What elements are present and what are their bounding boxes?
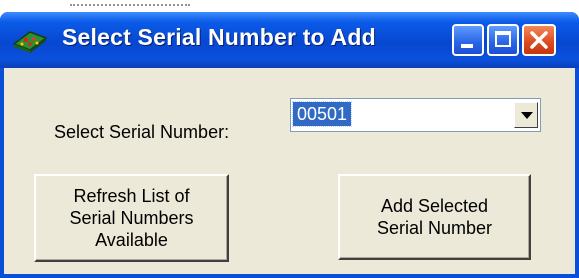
dropdown-button[interactable] [514, 102, 538, 128]
close-icon [530, 31, 548, 49]
app-icon [12, 31, 48, 53]
title-bar[interactable]: Select Serial Number to Add [0, 12, 579, 68]
window-title: Select Serial Number to Add [62, 24, 376, 50]
serial-number-label: Select Serial Number: [54, 122, 230, 142]
background-text-fragment [70, 0, 190, 6]
maximize-icon [495, 31, 511, 47]
minimize-icon [461, 44, 473, 48]
add-selected-button-label: Add Selected Serial Number [376, 196, 493, 238]
dropdown-arrow-icon [521, 112, 533, 119]
maximize-button[interactable] [487, 24, 519, 56]
dialog-window: Select Serial Number to Add Select Seria… [0, 12, 579, 278]
dialog-body: Select Serial Number: 00501 Refresh List… [4, 68, 575, 274]
refresh-list-button-label: Refresh List of Serial Numbers Available [69, 186, 194, 250]
close-button[interactable] [522, 24, 556, 56]
minimize-button[interactable] [452, 24, 484, 56]
serial-number-select[interactable]: 00501 [290, 98, 541, 132]
refresh-list-button[interactable]: Refresh List of Serial Numbers Available [34, 174, 229, 262]
add-selected-button[interactable]: Add Selected Serial Number [338, 174, 531, 260]
serial-number-selected-value[interactable]: 00501 [291, 101, 353, 127]
